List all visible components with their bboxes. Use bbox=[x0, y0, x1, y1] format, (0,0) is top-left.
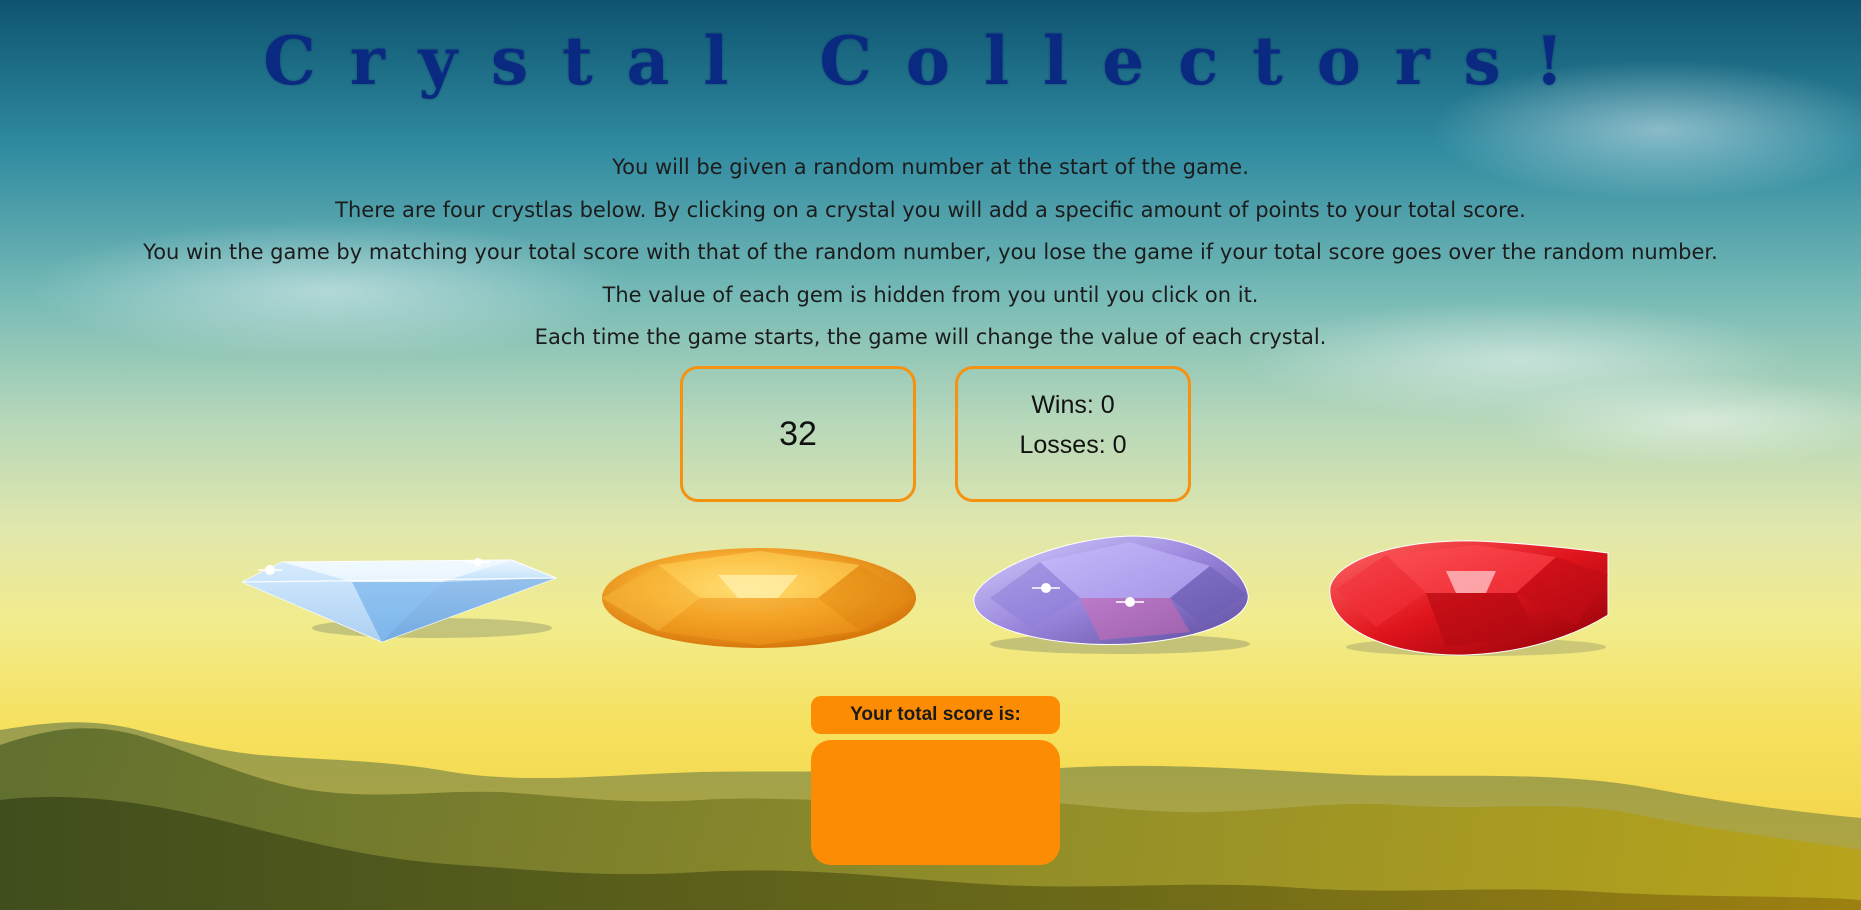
win-loss-box: Wins: 0 Losses: 0 bbox=[955, 366, 1191, 502]
ruby-crystal[interactable] bbox=[1326, 535, 1614, 659]
total-score-label: Your total score is: bbox=[811, 696, 1060, 734]
amber-crystal[interactable] bbox=[598, 545, 920, 651]
instruction-line: There are four crystlas below. By clicki… bbox=[335, 197, 1526, 222]
instruction-line: You will be given a random number at the… bbox=[612, 155, 1249, 179]
diamond-crystal[interactable] bbox=[242, 548, 560, 648]
wins-counter: Wins: 0 bbox=[1031, 391, 1115, 419]
instruction-line: You win the game by matching your total … bbox=[143, 240, 1718, 264]
total-score-box bbox=[811, 740, 1060, 865]
instructions: You will be given a random number at the… bbox=[0, 146, 1861, 359]
random-number: 32 bbox=[779, 415, 817, 453]
losses-counter: Losses: 0 bbox=[1019, 431, 1127, 459]
instruction-line: Each time the game starts, the game will… bbox=[534, 325, 1327, 349]
random-number-box: 32 bbox=[680, 366, 916, 502]
amethyst-crystal[interactable] bbox=[970, 532, 1256, 658]
instruction-line: The value of each gem is hidden from you… bbox=[602, 282, 1259, 307]
page-title: Crystal Collectors! bbox=[263, 22, 1598, 100]
